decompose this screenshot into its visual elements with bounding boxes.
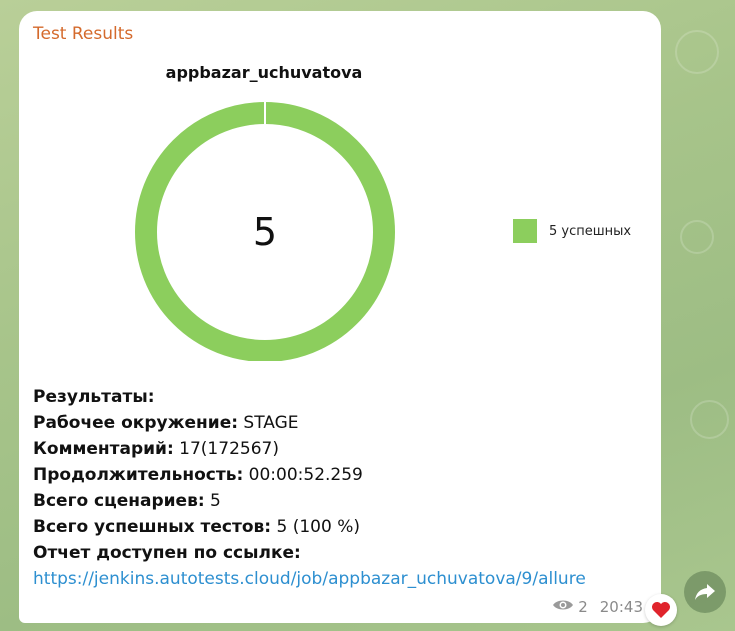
duration-row: Продолжительность: 00:00:52.259 — [33, 462, 586, 488]
comment-value: 17(172567) — [173, 439, 279, 459]
passed-row: Всего успешных тестов: 5 (100 %) — [33, 514, 586, 540]
duration-value: 00:00:52.259 — [243, 465, 363, 485]
legend-label: 5 успешных — [549, 223, 632, 239]
env-row: Рабочее окружение: STAGE — [33, 410, 586, 436]
report-key: Отчет доступен по ссылке: — [33, 543, 301, 563]
comment-row: Комментарий: 17(172567) — [33, 436, 586, 462]
passed-key: Всего успешных тестов: — [33, 517, 272, 537]
background-doodle — [680, 220, 714, 254]
results-heading: Результаты: — [33, 387, 155, 407]
message-meta: 2 20:43 — [552, 598, 643, 616]
donut-chart: appbazar_uchuvatova 5 5 успешных — [19, 61, 661, 361]
scenarios-key: Всего сценариев: — [33, 491, 205, 511]
heart-icon[interactable] — [645, 594, 677, 626]
eye-icon — [552, 598, 574, 616]
scenarios-row: Всего сценариев: 5 — [33, 488, 586, 514]
legend-swatch — [513, 219, 537, 243]
results-info: Результаты: Рабочее окружение: STAGE Ком… — [33, 384, 586, 592]
background-doodle — [675, 30, 719, 74]
chart-legend: 5 успешных — [513, 219, 631, 243]
report-link[interactable]: https://jenkins.autotests.cloud/job/appb… — [33, 569, 586, 589]
share-arrow-icon[interactable] — [684, 571, 726, 613]
duration-key: Продолжительность: — [33, 465, 244, 485]
background-doodle — [690, 400, 729, 439]
env-value: STAGE — [238, 413, 299, 433]
chart-center-label: 5 — [253, 210, 277, 254]
message-time: 20:43 — [599, 598, 643, 616]
scenarios-value: 5 — [204, 491, 221, 511]
chart-svg: 5 — [135, 102, 395, 361]
sender-name[interactable]: Test Results — [33, 24, 133, 44]
env-key: Рабочее окружение: — [33, 413, 239, 433]
view-count: 2 — [578, 598, 588, 616]
message-bubble: Test Results appbazar_uchuvatova 5 5 усп… — [19, 11, 661, 623]
comment-key: Комментарий: — [33, 439, 174, 459]
passed-value: 5 (100 %) — [271, 517, 360, 537]
